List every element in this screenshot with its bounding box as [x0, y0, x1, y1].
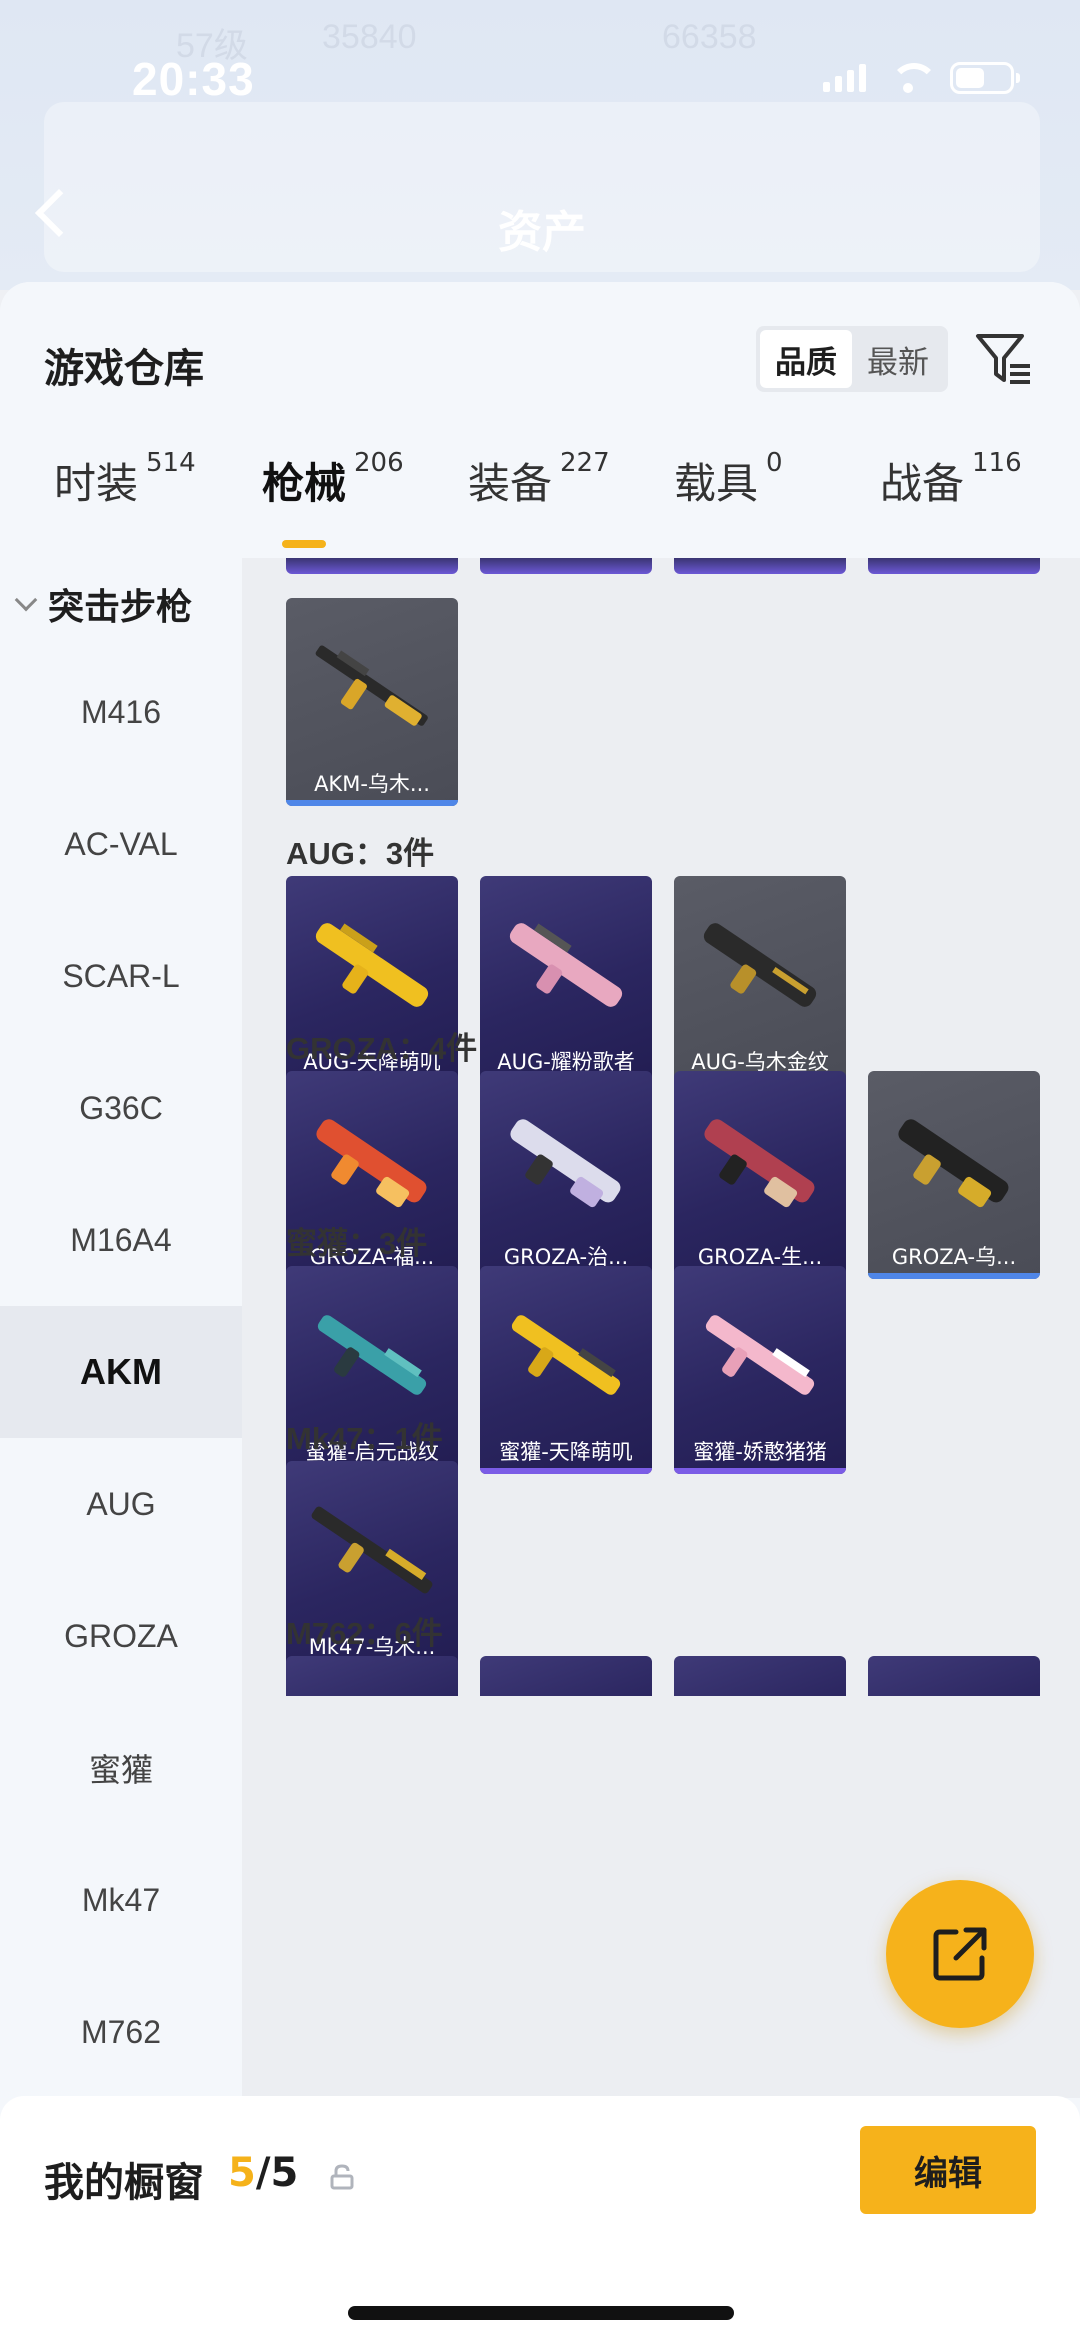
- showcase-total: /5: [255, 2150, 299, 2196]
- tab-count: 514: [146, 448, 196, 478]
- sidebar-item-mk47[interactable]: Mk47: [0, 1834, 242, 1966]
- rifle-icon: [898, 1119, 1009, 1208]
- battery-icon: [950, 62, 1020, 94]
- sidebar-item-scar-l[interactable]: SCAR-L: [0, 910, 242, 1042]
- rifle-icon: [311, 1506, 433, 1594]
- weapon-card[interactable]: GROZA-治...: [480, 1071, 652, 1279]
- edit-button[interactable]: 编辑: [860, 2126, 1036, 2214]
- background-header: 57级 35840 66358 20:33 资产: [0, 0, 1080, 290]
- filter-icon[interactable]: [974, 328, 1034, 388]
- group-title-honey-badger: 蜜獾：3件: [286, 1226, 428, 1261]
- rifle-icon: [511, 1315, 621, 1395]
- card-partial: [674, 1656, 846, 1696]
- sidebar-item-honey-badger[interactable]: 蜜獾: [0, 1702, 242, 1834]
- sidebar-item-ac-val[interactable]: AC-VAL: [0, 778, 242, 910]
- tab-skins[interactable]: 时装 514: [54, 448, 196, 511]
- group-title-m762: M762：6件: [286, 1616, 443, 1651]
- lock-icon: [330, 2164, 354, 2190]
- weapon-card[interactable]: GROZA-生...: [674, 1071, 846, 1279]
- card-partial: [868, 558, 1040, 574]
- card-partial: [868, 1656, 1040, 1696]
- tab-count: 116: [972, 448, 1022, 478]
- card-partial: [286, 1656, 458, 1696]
- weapon-card-label: 蜜獾-娇憨猪猪: [693, 1440, 827, 1464]
- showcase-count: 5/5: [228, 2150, 298, 2196]
- category-assault-rifles[interactable]: 突击步枪: [14, 578, 193, 630]
- rifle-icon: [317, 1315, 427, 1395]
- weapon-card[interactable]: AUG-乌木金纹: [674, 876, 846, 1084]
- page-title: 资产: [498, 207, 586, 258]
- tab-count: 227: [560, 448, 610, 478]
- weapon-card[interactable]: AUG-耀粉歌者: [480, 876, 652, 1084]
- showcase-title: 我的橱窗: [44, 2160, 204, 2206]
- sort-quality-button[interactable]: 品质: [760, 330, 852, 388]
- rifle-icon: [509, 923, 623, 1007]
- group-title-mk47: Mk47：1件: [286, 1421, 443, 1456]
- tab-label: 时装: [54, 459, 139, 508]
- status-time: 20:33: [132, 53, 255, 105]
- ghost-value-2: 66358: [662, 18, 757, 56]
- weapon-card[interactable]: AKM-乌木...: [286, 598, 458, 806]
- tab-label: 载具: [674, 459, 759, 508]
- tab-label: 枪械: [262, 459, 347, 508]
- chevron-down-icon: [14, 588, 38, 612]
- tab-equipment[interactable]: 装备 227: [468, 448, 610, 511]
- tab-label: 战备: [880, 459, 965, 508]
- tab-firearms[interactable]: 枪械 206: [262, 448, 404, 511]
- tab-label: 装备: [468, 459, 553, 508]
- weapon-card-label: 蜜獾-天降萌叽: [499, 1440, 633, 1464]
- sidebar-item-g36c[interactable]: G36C: [0, 1042, 242, 1174]
- home-indicator: [348, 2306, 734, 2320]
- weapon-card[interactable]: GROZA-乌...: [868, 1071, 1040, 1279]
- group-title-groza: GROZA：4件: [286, 1031, 478, 1066]
- card-partial: [480, 558, 652, 574]
- ghost-value-1: 35840: [322, 18, 417, 56]
- sheet-title: 游戏仓库: [44, 346, 204, 392]
- sidebar-item-m416[interactable]: M416: [0, 646, 242, 778]
- rifle-icon: [316, 1119, 427, 1208]
- showcase-bar: 我的橱窗 5/5 编辑: [0, 2096, 1080, 2341]
- weapon-card-label: AKM-乌木...: [314, 772, 430, 796]
- category-tabs: 时装 514 枪械 206 装备 227 载具 0 战备 116: [0, 448, 1080, 560]
- weapon-card[interactable]: 蜜獾-天降萌叽: [480, 1266, 652, 1474]
- wifi-icon: [888, 63, 938, 93]
- weapon-card-label: GROZA-乌...: [891, 1245, 1017, 1269]
- sidebar-item-aug[interactable]: AUG: [0, 1438, 242, 1570]
- sidebar-item-m16a4[interactable]: M16A4: [0, 1174, 242, 1306]
- group-title-aug: AUG：3件: [286, 836, 435, 871]
- tab-vehicles[interactable]: 载具 0: [674, 448, 783, 511]
- rifle-icon: [703, 923, 817, 1007]
- sort-toggle: 品质 最新: [756, 326, 948, 392]
- rifle-icon: [315, 923, 429, 1007]
- rifle-icon: [705, 1315, 815, 1395]
- warehouse-sheet: 游戏仓库 品质 最新 时装 514 枪械 206 装备 227 载具 0 战备 …: [0, 282, 1080, 2341]
- rifle-icon: [315, 645, 428, 726]
- sidebar-item-akm[interactable]: AKM: [0, 1306, 242, 1438]
- share-button[interactable]: [886, 1880, 1034, 2028]
- status-icons: [823, 62, 1020, 94]
- sheet-header: 游戏仓库 品质 最新 时装 514 枪械 206 装备 227 载具 0 战备 …: [0, 282, 1080, 558]
- share-icon: [933, 1927, 987, 1981]
- rifle-icon: [510, 1119, 621, 1208]
- signal-icon: [823, 64, 866, 92]
- rifle-icon: [704, 1119, 815, 1208]
- tab-count: 206: [354, 448, 404, 478]
- card-partial: [674, 558, 846, 574]
- active-tab-indicator: [282, 540, 326, 548]
- showcase-current: 5: [228, 2150, 256, 2196]
- weapon-grid: AKM-乌木... AUG：3件 AUG-天降萌叽 AUG-耀粉歌者 AUG-乌…: [242, 558, 1080, 2098]
- sort-latest-button[interactable]: 最新: [852, 330, 944, 388]
- category-label: 突击步枪: [48, 587, 193, 628]
- tab-count: 0: [766, 448, 783, 478]
- tab-gear[interactable]: 战备 116: [880, 448, 1022, 511]
- sidebar-item-m762[interactable]: M762: [0, 1966, 242, 2098]
- card-partial: [286, 558, 458, 574]
- sidebar-item-groza[interactable]: GROZA: [0, 1570, 242, 1702]
- weapon-card[interactable]: 蜜獾-娇憨猪猪: [674, 1266, 846, 1474]
- card-partial: [480, 1656, 652, 1696]
- weapon-sidebar: 突击步枪 M416 AC-VAL SCAR-L G36C M16A4 AKM A…: [0, 558, 242, 2098]
